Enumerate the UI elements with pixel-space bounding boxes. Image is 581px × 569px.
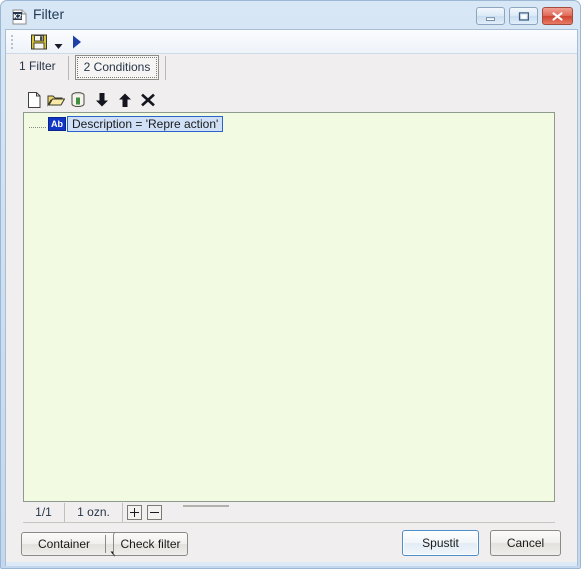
window-title: Filter xyxy=(33,6,65,22)
ab-icon-label: Ab xyxy=(51,119,63,129)
plus-icon-vertical xyxy=(134,508,135,517)
close-button[interactable] xyxy=(542,7,573,25)
ab-text-condition-icon: Ab xyxy=(48,117,66,131)
container-icon[interactable] xyxy=(69,91,87,109)
tree-item-label[interactable]: Description = 'Repre action' xyxy=(67,116,224,132)
status-selection-count: 1 ozn. xyxy=(65,503,123,522)
status-spacer xyxy=(163,503,555,522)
conditions-toolbar xyxy=(23,89,555,111)
title-bar: K2 Filter xyxy=(1,1,580,29)
new-document-icon[interactable] xyxy=(25,91,43,109)
tab-conditions-label: 2 Conditions xyxy=(83,60,151,74)
minus-icon xyxy=(150,512,159,513)
chevron-down-icon[interactable] xyxy=(54,39,63,49)
container-button-divider xyxy=(105,535,106,553)
tab-filter[interactable]: 1 Filter xyxy=(19,59,56,73)
filter-dialog-window: K2 Filter 1 Filter 2 Conditions Ab Descr… xyxy=(0,0,581,569)
container-button-label: Container xyxy=(37,537,91,551)
dialog-bottom-strip xyxy=(6,562,577,566)
cancel-button[interactable]: Cancel xyxy=(490,530,561,556)
save-floppy-icon[interactable] xyxy=(30,33,48,51)
status-grip xyxy=(183,505,229,507)
main-toolbar xyxy=(6,30,577,54)
open-folder-icon[interactable] xyxy=(47,91,66,109)
maximize-button[interactable] xyxy=(509,7,538,25)
run-play-icon[interactable] xyxy=(72,35,82,49)
tab-conditions[interactable]: 2 Conditions xyxy=(75,55,159,80)
arrow-down-icon[interactable] xyxy=(93,91,111,109)
k2-document-icon: K2 xyxy=(11,9,28,25)
toolbar-grip[interactable] xyxy=(11,33,15,51)
minimize-button[interactable] xyxy=(476,7,505,25)
container-dropdown-button[interactable]: Container xyxy=(21,532,124,557)
expand-all-button[interactable] xyxy=(127,505,142,520)
arrow-up-icon[interactable] xyxy=(116,91,134,109)
conditions-tree-panel[interactable]: Ab Description = 'Repre action' xyxy=(23,112,555,502)
tree-connector-line xyxy=(29,127,47,128)
tab-separator xyxy=(165,56,166,80)
status-bar: 1/1 1 ozn. xyxy=(23,503,555,523)
collapse-all-button[interactable] xyxy=(147,505,162,520)
tab-separator xyxy=(68,56,69,80)
svg-text:K2: K2 xyxy=(13,14,22,21)
run-button[interactable]: Spustit xyxy=(402,530,479,556)
tab-strip: 1 Filter 2 Conditions xyxy=(6,55,577,83)
status-page-indicator: 1/1 xyxy=(23,503,65,522)
check-filter-button[interactable]: Check filter xyxy=(113,532,188,556)
delete-x-icon[interactable] xyxy=(139,91,157,109)
